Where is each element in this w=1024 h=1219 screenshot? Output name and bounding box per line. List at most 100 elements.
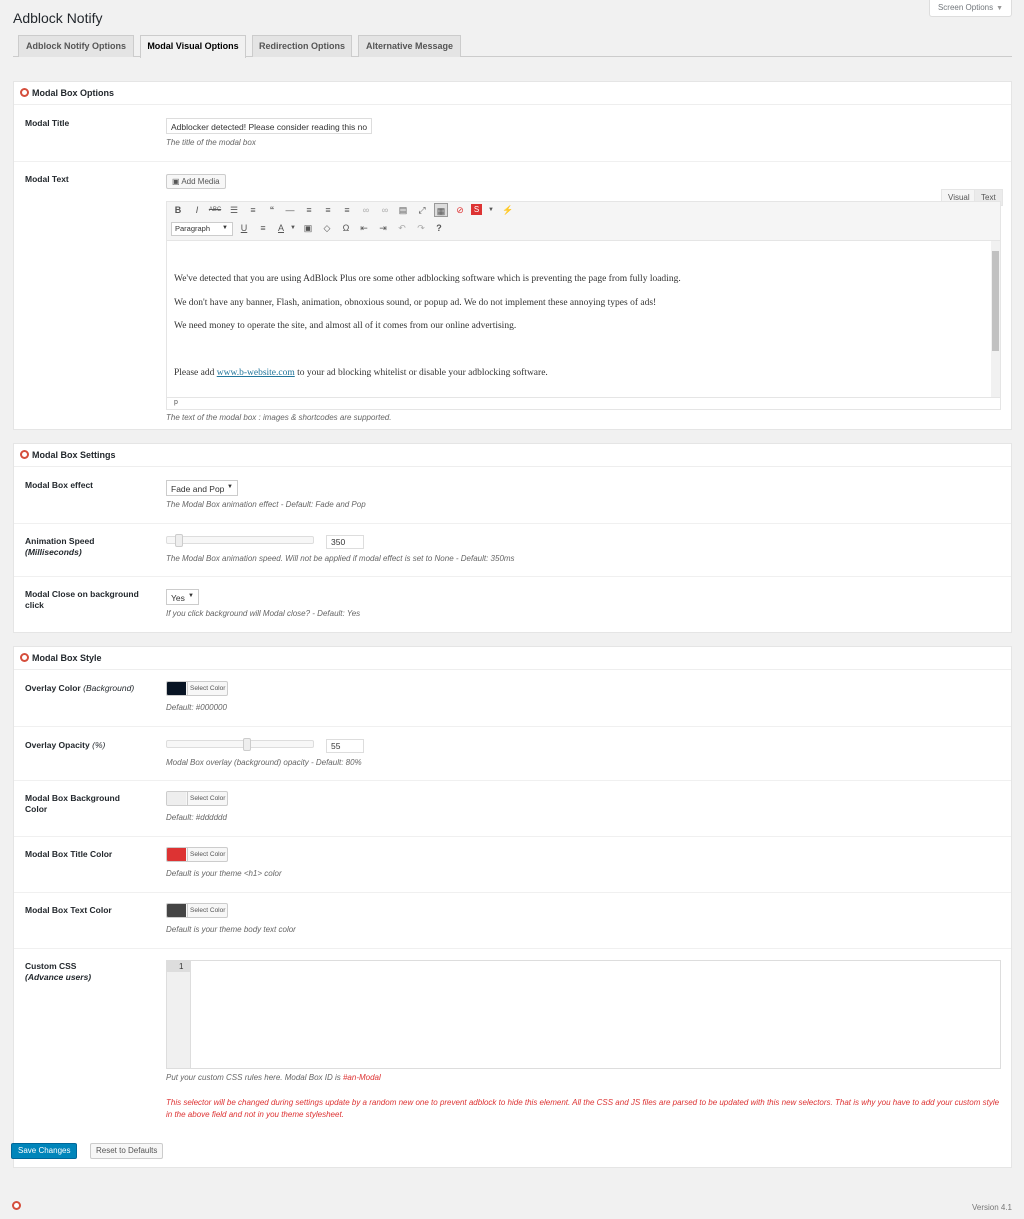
panel-title: Modal Box Options bbox=[32, 88, 114, 98]
modal-effect-select[interactable]: Fade and Pop ▼ bbox=[166, 480, 238, 496]
add-media-label: Add Media bbox=[181, 177, 220, 186]
align-left-icon[interactable]: ≡ bbox=[302, 203, 316, 217]
blockquote-icon[interactable]: “ bbox=[265, 203, 279, 217]
overlay-color-label-text: Overlay Color bbox=[25, 683, 81, 693]
modal-bg-color-desc: Default: #dddddd bbox=[166, 813, 227, 822]
modal-box-options-panel: Modal Box Options Modal Title Adblocker … bbox=[13, 81, 1012, 430]
flash-plugin-icon[interactable]: ⚡ bbox=[501, 203, 515, 217]
animation-speed-desc: The Modal Box animation speed. Will not … bbox=[166, 554, 515, 563]
modal-bg-color-label: Modal Box Background Color bbox=[25, 793, 120, 814]
underline-icon[interactable]: U bbox=[237, 221, 251, 235]
panel-title: Modal Box Style bbox=[32, 653, 102, 663]
bullet-list-icon[interactable]: ☰ bbox=[227, 203, 241, 217]
redo-icon[interactable]: ↷ bbox=[414, 221, 428, 235]
horizontal-line-icon[interactable]: — bbox=[283, 203, 297, 217]
italic-icon[interactable]: I bbox=[190, 203, 204, 217]
editor-toolbar: B I ABC ☰ ≡ “ — ≡ ≡ ≡ ∞ ∞ ▤ ⤢ ▦ ⊘ S ▼ ⚡ … bbox=[166, 201, 1001, 240]
color-swatch bbox=[167, 792, 186, 805]
unlink-icon[interactable]: ∞ bbox=[378, 203, 392, 217]
paragraph-4: Please add www.b-website.com to your ad … bbox=[174, 368, 548, 378]
editor-path: p bbox=[166, 398, 1001, 410]
modal-title-desc: The title of the modal box bbox=[166, 138, 256, 147]
toolbar-toggle-icon[interactable]: ▦ bbox=[434, 203, 448, 217]
panel-title: Modal Box Settings bbox=[32, 450, 116, 460]
chevron-down-icon: ▼ bbox=[227, 484, 233, 490]
align-right-icon[interactable]: ≡ bbox=[340, 203, 354, 217]
tab-redirection-options[interactable]: Redirection Options bbox=[252, 35, 352, 57]
modal-title-input[interactable]: Adblocker detected! Please consider read… bbox=[166, 118, 372, 134]
help-icon[interactable]: ? bbox=[432, 221, 446, 235]
line-number: 1 bbox=[167, 961, 190, 972]
row-custom-css: Custom CSS (Advance users) 1 Put your cus… bbox=[14, 949, 1011, 1133]
modal-box-style-panel: Modal Box Style Overlay Color (Backgroun… bbox=[13, 646, 1012, 1168]
whitelist-link[interactable]: www.b-website.com bbox=[217, 368, 295, 378]
editor-content[interactable]: We've detected that you are using AdBloc… bbox=[166, 240, 1001, 398]
shortcode-icon[interactable]: S bbox=[471, 204, 482, 215]
plugin-logo-icon bbox=[20, 653, 29, 662]
custom-css-label-note: (Advance users) bbox=[25, 972, 92, 982]
format-select[interactable]: Paragraph ▼ bbox=[171, 222, 233, 236]
slider-handle[interactable] bbox=[175, 534, 183, 547]
save-changes-button[interactable]: Save Changes bbox=[11, 1143, 78, 1159]
animation-speed-input[interactable]: 350 bbox=[326, 535, 364, 549]
paragraph-4-start: Please add bbox=[174, 368, 217, 378]
modal-text-color-picker[interactable]: Select Color bbox=[166, 903, 228, 918]
plugin-logo-icon bbox=[20, 88, 29, 97]
screen-options-button[interactable]: Screen Options ▼ bbox=[929, 0, 1012, 17]
add-media-button[interactable]: ▣ Add Media bbox=[166, 174, 226, 189]
modal-title-color-desc: Default is your theme <h1> color bbox=[166, 869, 282, 878]
animation-speed-unit: (Milliseconds) bbox=[25, 547, 82, 557]
justify-icon[interactable]: ≡ bbox=[256, 221, 270, 235]
paste-text-icon[interactable]: ▣ bbox=[301, 221, 315, 235]
custom-css-editor[interactable]: 1 bbox=[166, 960, 1001, 1069]
numbered-list-icon[interactable]: ≡ bbox=[246, 203, 260, 217]
strikethrough-icon[interactable]: ABC bbox=[208, 203, 222, 217]
tab-modal-visual-options[interactable]: Modal Visual Options bbox=[140, 35, 246, 58]
special-character-icon[interactable]: Ω bbox=[339, 221, 353, 235]
custom-css-desc-text: Put your custom CSS rules here. Modal Bo… bbox=[166, 1073, 343, 1082]
screen-options-label: Screen Options bbox=[937, 3, 994, 12]
color-swatch bbox=[167, 848, 186, 861]
select-color-label: Select Color bbox=[187, 848, 225, 861]
overlay-color-picker[interactable]: Select Color bbox=[166, 681, 228, 696]
reset-defaults-button[interactable]: Reset to Defaults bbox=[90, 1143, 164, 1159]
custom-css-warning: This selector will be changed during set… bbox=[166, 1098, 1000, 1119]
align-center-icon[interactable]: ≡ bbox=[321, 203, 335, 217]
undo-icon[interactable]: ↶ bbox=[395, 221, 409, 235]
shortcode-dropdown-icon[interactable]: ▼ bbox=[484, 203, 498, 217]
read-more-icon[interactable]: ▤ bbox=[396, 203, 410, 217]
paragraph-4-end: to your ad blocking whitelist or disable… bbox=[294, 368, 548, 378]
paragraph-3: We need money to operate the site, and a… bbox=[174, 321, 517, 331]
clear-formatting-icon[interactable]: ◇ bbox=[320, 221, 334, 235]
modal-close-value: Yes bbox=[171, 593, 185, 603]
tab-adblock-notify-options[interactable]: Adblock Notify Options bbox=[18, 35, 134, 57]
tab-alternative-message[interactable]: Alternative Message bbox=[358, 35, 461, 57]
row-modal-close: Modal Close on background click Yes ▼ If … bbox=[14, 577, 1011, 633]
overlay-opacity-slider[interactable] bbox=[166, 738, 314, 751]
chevron-down-icon: ▼ bbox=[222, 225, 228, 231]
modal-title-color-label: Modal Box Title Color bbox=[25, 849, 113, 859]
modal-title-color-picker[interactable]: Select Color bbox=[166, 847, 228, 862]
text-color-dropdown-icon[interactable]: ▼ bbox=[286, 221, 300, 235]
modal-close-select[interactable]: Yes ▼ bbox=[166, 589, 199, 605]
modal-bg-color-picker[interactable]: Select Color bbox=[166, 791, 228, 806]
indent-icon[interactable]: ⇥ bbox=[376, 221, 390, 235]
bold-icon[interactable]: B bbox=[171, 203, 185, 217]
adblock-plugin-icon[interactable]: ⊘ bbox=[453, 203, 467, 217]
animation-speed-slider[interactable] bbox=[166, 534, 314, 547]
row-overlay-opacity: Overlay Opacity (%) 55 Modal Box overlay… bbox=[14, 727, 1011, 781]
panel-header: Modal Box Options bbox=[14, 82, 1011, 105]
overlay-opacity-label-note: (%) bbox=[92, 740, 106, 750]
link-icon[interactable]: ∞ bbox=[359, 203, 373, 217]
custom-css-label-text: Custom CSS bbox=[25, 961, 77, 971]
editor-scrollbar[interactable] bbox=[991, 241, 1000, 397]
outdent-icon[interactable]: ⇤ bbox=[357, 221, 371, 235]
overlay-opacity-input[interactable]: 55 bbox=[326, 739, 364, 753]
fullscreen-icon[interactable]: ⤢ bbox=[415, 203, 429, 217]
tab-bar: Adblock Notify Options Modal Visual Opti… bbox=[13, 35, 1012, 58]
scrollbar-thumb[interactable] bbox=[992, 251, 999, 351]
slider-handle[interactable] bbox=[243, 738, 251, 751]
plugin-logo-icon bbox=[20, 450, 29, 459]
custom-css-desc: Put your custom CSS rules here. Modal Bo… bbox=[166, 1073, 381, 1082]
select-color-label: Select Color bbox=[187, 682, 225, 695]
